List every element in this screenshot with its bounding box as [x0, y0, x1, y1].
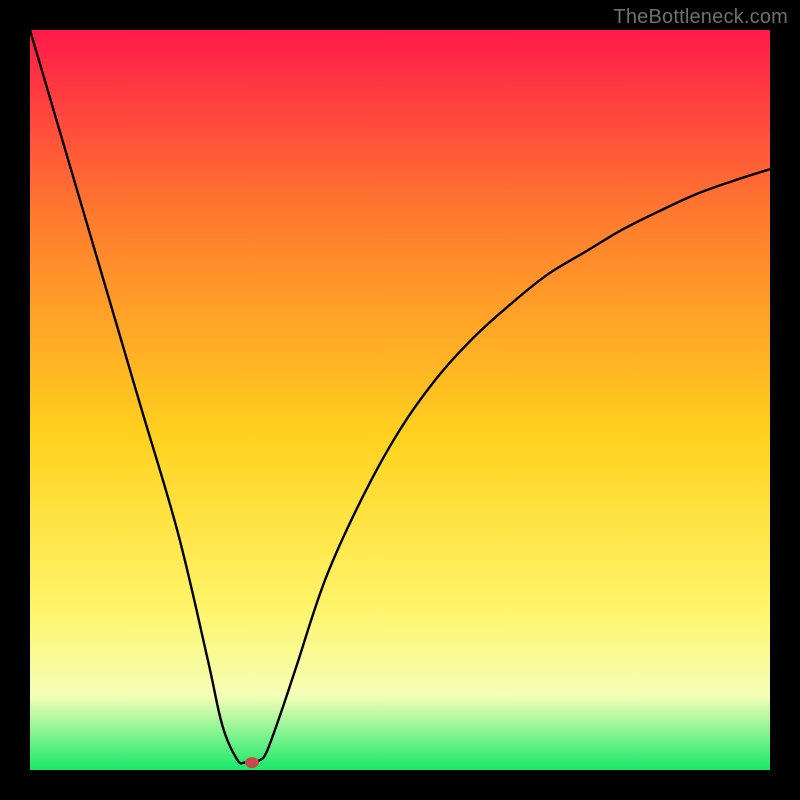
plot-area — [30, 30, 770, 770]
gradient-background — [30, 30, 770, 770]
plot-svg — [30, 30, 770, 770]
chart-frame: TheBottleneck.com — [0, 0, 800, 800]
optimal-point-marker — [245, 757, 259, 768]
watermark-text: TheBottleneck.com — [613, 6, 788, 29]
